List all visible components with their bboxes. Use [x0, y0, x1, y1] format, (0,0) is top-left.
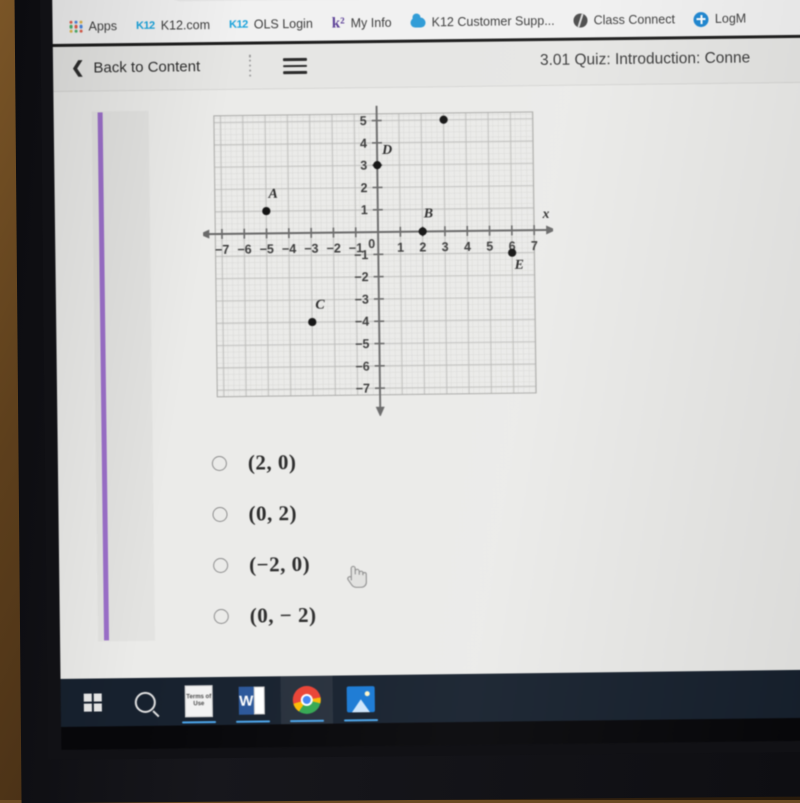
k2-icon: k² [332, 15, 345, 32]
answer-label-1: (2, 0) [248, 450, 297, 476]
answer-label-3: (−2, 0) [249, 552, 310, 578]
svg-text:−2: −2 [326, 241, 340, 255]
word-icon: W [239, 686, 267, 714]
svg-text:5: 5 [360, 114, 367, 128]
taskbar-underline [290, 719, 324, 722]
svg-text:−2: −2 [354, 270, 368, 284]
svg-text:2: 2 [419, 240, 426, 254]
svg-text:−7: −7 [215, 243, 229, 257]
back-to-content-label: Back to Content [93, 58, 200, 76]
coordinate-plane-figure: −7−6−5−4−3−2−1123456754321−1−2−3−4−5−6−7… [201, 94, 555, 418]
k12-icon: K12 [136, 20, 155, 32]
answer-label-2: (0, 2) [248, 501, 297, 527]
photos-window[interactable] [334, 675, 387, 724]
bookmark-logmein[interactable]: LogM [687, 9, 754, 29]
pointing-hand-cursor [342, 560, 368, 590]
svg-text:−6: −6 [355, 359, 369, 373]
radio-button-3[interactable] [213, 558, 228, 573]
bookmark-label: Class Connect [594, 12, 675, 27]
bookmark-label: K12.com [161, 18, 211, 33]
bookmark-label: K12 Customer Supp... [432, 14, 555, 30]
word-window[interactable]: W [227, 676, 280, 725]
svg-text:−5: −5 [355, 337, 369, 351]
svg-text:−4: −4 [355, 315, 369, 329]
svg-text:7: 7 [531, 239, 538, 253]
answer-option[interactable]: (−2, 0) [209, 536, 540, 591]
bookmark-k12-customer-support[interactable]: K12 Customer Supp... [404, 12, 562, 32]
bookmark-label: LogM [715, 12, 746, 26]
page-content: ❮ Back to Content 3.01 Quiz: Introductio… [53, 38, 800, 679]
start-button[interactable] [67, 678, 120, 727]
windows-logo-icon [84, 693, 102, 711]
quiz-body: −7−6−5−4−3−2−1123456754321−1−2−3−4−5−6−7… [53, 83, 800, 679]
kebab-menu-icon[interactable] [248, 55, 252, 77]
cloud-icon [411, 17, 426, 27]
radio-button-2[interactable] [212, 507, 227, 522]
bookmark-apps[interactable]: Apps [62, 17, 124, 36]
bookmark-label: My Info [351, 16, 392, 30]
page-title: 3.01 Quiz: Introduction: Conne [540, 49, 750, 70]
photos-icon [347, 686, 375, 712]
svg-text:x: x [541, 206, 549, 221]
chrome-window[interactable] [280, 676, 333, 725]
coordinate-plane-svg: −7−6−5−4−3−2−1123456754321−1−2−3−4−5−6−7… [201, 94, 555, 418]
chevron-left-icon: ❮ [71, 58, 85, 78]
svg-text:−5: −5 [260, 242, 274, 256]
globe-icon [574, 13, 588, 27]
chrome-icon [293, 686, 321, 714]
svg-text:3: 3 [442, 240, 449, 254]
document-icon: Terms of Use [185, 685, 213, 717]
apps-grid-icon [69, 20, 82, 33]
svg-text:−6: −6 [237, 243, 251, 257]
svg-text:B: B [423, 206, 434, 221]
radio-button-4[interactable] [214, 609, 229, 624]
svg-text:A: A [267, 187, 278, 202]
svg-text:−3: −3 [355, 293, 369, 307]
svg-text:−7: −7 [356, 382, 370, 396]
svg-text:−4: −4 [282, 242, 296, 256]
laptop-screen: ← → ⟳ learning.k12.com/d2l/le/enhancedSe… [52, 0, 800, 750]
svg-text:−3: −3 [304, 242, 318, 256]
svg-text:4: 4 [360, 136, 367, 150]
bookmark-k12com[interactable]: K12 K12.com [129, 16, 217, 35]
svg-text:1: 1 [361, 203, 368, 217]
document-icon-label: Terms of Use [186, 694, 212, 708]
answer-option[interactable]: (0, 2) [208, 485, 539, 540]
back-to-content-button[interactable]: ❮ Back to Content [71, 56, 200, 78]
svg-text:4: 4 [464, 240, 471, 254]
svg-text:2: 2 [361, 181, 368, 195]
svg-text:−1: −1 [354, 248, 368, 262]
answer-options-list: (2, 0) (0, 2) (−2, 0) (0, − 2) [208, 434, 540, 642]
bookmark-ols-login[interactable]: K12 OLS Login [222, 15, 320, 34]
search-button[interactable] [119, 678, 172, 727]
search-icon [134, 691, 155, 712]
answer-label-4: (0, − 2) [250, 603, 317, 629]
bookmark-label: Apps [88, 19, 117, 33]
bookmark-class-connect[interactable]: Class Connect [567, 10, 683, 29]
hamburger-menu-icon[interactable] [283, 58, 307, 74]
bookmark-my-info[interactable]: k² My Info [325, 12, 399, 34]
radio-button-1[interactable] [212, 456, 227, 471]
word-icon-page [254, 686, 265, 714]
word-icon-letter: W [239, 687, 254, 715]
svg-text:E: E [514, 258, 525, 273]
bookmark-label: OLS Login [254, 17, 313, 32]
svg-text:0: 0 [368, 237, 375, 251]
taskbar-underline [182, 721, 216, 724]
svg-text:C: C [315, 298, 325, 313]
logmein-plus-icon [694, 11, 709, 26]
answer-option[interactable]: (0, − 2) [209, 587, 540, 642]
taskbar-underline [344, 719, 378, 722]
svg-text:1: 1 [397, 241, 404, 255]
terms-of-use-window[interactable]: Terms of Use [173, 677, 226, 726]
k12-icon: K12 [229, 19, 248, 31]
answer-option[interactable]: (2, 0) [208, 434, 539, 489]
taskbar-underline [236, 720, 270, 723]
svg-text:3: 3 [360, 159, 367, 173]
svg-text:5: 5 [486, 240, 493, 254]
svg-text:D: D [381, 143, 392, 158]
